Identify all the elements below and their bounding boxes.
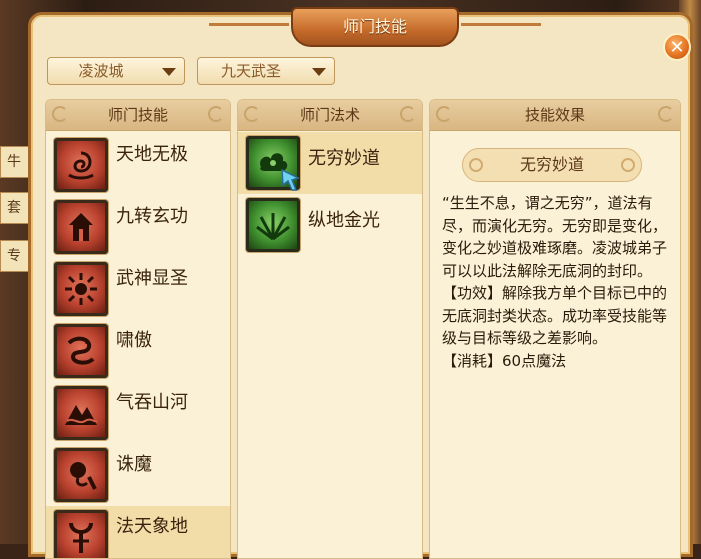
skills-panel-title: 师门技能 — [107, 106, 168, 124]
cursor-icon — [281, 168, 300, 191]
chevron-down-icon — [312, 68, 326, 76]
skill-item[interactable]: 诛魔 — [46, 444, 230, 506]
swirl-ornament-icon — [658, 106, 674, 122]
effect-cost-line: 【消耗】60点魔法 — [442, 351, 567, 370]
skill-name: 法天象地 — [116, 516, 188, 537]
skill-item[interactable]: 武神显圣 — [46, 258, 230, 320]
skill-name: 诛魔 — [116, 454, 152, 475]
spells-panel-header: 师门法术 — [238, 100, 422, 131]
skill-item[interactable]: 九转玄功 — [46, 196, 230, 258]
sect-dropdown-value: 凌波城 — [78, 62, 124, 80]
giant-figure-icon — [54, 510, 108, 558]
skill-name: 气吞山河 — [116, 392, 188, 413]
swirl-ornament-icon — [244, 106, 260, 122]
spell-name: 纵地金光 — [308, 210, 380, 231]
effect-name: 无穷妙道 — [519, 155, 584, 174]
skills-panel: 师门技能 天地无极 九转玄功 武神显圣 啸傲 气吞山河 诛魔 法天象地 — [45, 99, 231, 559]
chevron-down-icon — [162, 68, 176, 76]
spell-name: 无穷妙道 — [308, 148, 380, 169]
swirl-icon — [54, 138, 108, 192]
golden-light-icon — [246, 198, 300, 252]
spells-panel-title: 师门法术 — [299, 106, 360, 124]
sect-skills-window: 师门技能 ✕ 凌波城 九天武圣 师门技能 天地无极 九转玄功 武神显圣 啸傲 气… — [28, 7, 693, 559]
window-title: 师门技能 — [209, 7, 541, 47]
faction-dropdown[interactable]: 九天武圣 — [197, 57, 335, 85]
skill-item[interactable]: 法天象地 — [46, 506, 230, 558]
swirl-ornament-icon — [436, 106, 452, 122]
demon-seal-icon — [54, 448, 108, 502]
spell-item[interactable]: 纵地金光 — [238, 194, 422, 256]
close-button[interactable]: ✕ — [663, 33, 691, 61]
skills-panel-header: 师门技能 — [46, 100, 230, 131]
faction-dropdown-value: 九天武圣 — [220, 62, 281, 80]
mountain-icon — [54, 386, 108, 440]
skill-name: 啸傲 — [116, 330, 152, 351]
skill-item[interactable]: 啸傲 — [46, 320, 230, 382]
swirl-ornament-icon — [208, 106, 224, 122]
skill-name: 九转玄功 — [116, 206, 188, 227]
effect-panel: 技能效果 无穷妙道 “生生不息，谓之无穷”，道法有尽，而演化无穷。无穷即是变化，… — [429, 99, 681, 559]
swirl-ornament-icon — [400, 106, 416, 122]
skill-name: 天地无极 — [116, 144, 188, 165]
dragon-icon — [54, 324, 108, 378]
temple-icon — [54, 200, 108, 254]
effect-name-banner: 无穷妙道 — [462, 148, 642, 182]
effect-result-line: 【功效】解除我方单个目标已中的无底洞封类状态。成功率受技能等级与目标等级之差影响… — [442, 284, 668, 347]
spells-panel: 师门法术 无穷妙道 纵地金光 — [237, 99, 423, 559]
effect-panel-header: 技能效果 — [430, 100, 680, 131]
effect-description-block: “生生不息，谓之无穷”，道法有尽，而演化无穷。无穷即是变化，变化之妙道极难琢磨。… — [442, 192, 672, 372]
swirl-ornament-icon — [52, 106, 68, 122]
skill-name: 武神显圣 — [116, 268, 188, 289]
spell-item[interactable]: 无穷妙道 — [238, 132, 422, 194]
sect-dropdown[interactable]: 凌波城 — [47, 57, 185, 85]
effect-panel-title: 技能效果 — [524, 106, 585, 124]
effect-description: “生生不息，谓之无穷”，道法有尽，而演化无穷。无穷即是变化，变化之妙道极难琢磨。… — [442, 194, 668, 280]
sunburst-icon — [54, 262, 108, 316]
skill-item[interactable]: 气吞山河 — [46, 382, 230, 444]
close-icon: ✕ — [669, 37, 685, 58]
skill-item[interactable]: 天地无极 — [46, 134, 230, 196]
